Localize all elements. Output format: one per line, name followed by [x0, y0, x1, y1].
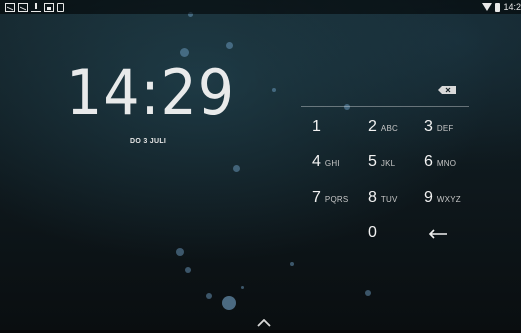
mail-icon — [18, 2, 28, 12]
key-letters: ABC — [380, 124, 398, 133]
wallpaper-bubble — [233, 165, 240, 172]
key-number: 9 — [424, 189, 433, 206]
enter-button[interactable] — [428, 227, 448, 239]
upload-icon — [31, 2, 41, 12]
key-letters: WXYZ — [436, 195, 461, 204]
status-time: 14:2 — [503, 2, 521, 12]
key-number: 0 — [368, 224, 377, 241]
chevron-up-icon — [257, 318, 271, 327]
battery-icon — [495, 2, 501, 12]
key-number: 7 — [312, 189, 321, 206]
lockscreen-clock: 14:29 — [66, 56, 235, 129]
pin-entry-divider — [301, 106, 469, 107]
key-letters: GHI — [324, 159, 340, 168]
wallpaper-bubble — [222, 296, 236, 310]
key-letters: DEF — [436, 124, 454, 133]
unlock-handle[interactable] — [257, 314, 271, 327]
wallpaper-bubble — [290, 262, 294, 266]
key-number: 4 — [312, 153, 321, 170]
mail-icon — [5, 2, 15, 12]
key-number: 5 — [368, 153, 377, 170]
key-letters: TUV — [380, 195, 398, 204]
wallpaper-bubble — [344, 104, 350, 110]
key-letters: PQRS — [324, 195, 349, 204]
key-6[interactable]: 6 MNO — [424, 153, 456, 171]
wallpaper-bubble — [241, 286, 244, 289]
key-letters: JKL — [380, 159, 396, 168]
key-letters: MNO — [436, 159, 457, 168]
key-number: 2 — [368, 118, 377, 135]
backspace-button[interactable] — [438, 86, 456, 94]
key-1[interactable]: 1 — [312, 118, 321, 136]
key-number: 3 — [424, 118, 433, 135]
wallpaper-bubble — [272, 88, 276, 92]
key-9[interactable]: 9 WXYZ — [424, 189, 461, 207]
image-icon — [44, 2, 54, 12]
key-4[interactable]: 4 GHI — [312, 153, 340, 171]
wallpaper-bubble — [365, 290, 371, 296]
status-bar: 14:2 — [0, 0, 521, 14]
wifi-icon — [482, 3, 493, 11]
backspace-icon — [438, 86, 456, 94]
wallpaper-bubble — [185, 267, 191, 273]
lock-screen: 14:2 14:29 DO 3 JULI 1 2 ABC 3 DEF 4 GHI… — [0, 0, 521, 333]
key-number: 1 — [312, 118, 321, 135]
wallpaper-bubble — [176, 248, 184, 256]
key-2[interactable]: 2 ABC — [368, 118, 398, 136]
key-number: 6 — [424, 153, 433, 170]
key-3[interactable]: 3 DEF — [424, 118, 454, 136]
notification-icons — [5, 2, 64, 12]
wallpaper-bubble — [226, 42, 233, 49]
key-8[interactable]: 8 TUV — [368, 189, 398, 207]
key-5[interactable]: 5 JKL — [368, 153, 395, 171]
key-7[interactable]: 7 PQRS — [312, 189, 348, 207]
device-icon — [57, 2, 64, 12]
lockscreen-date: DO 3 JULI — [130, 138, 167, 145]
system-icons: 14:2 — [482, 1, 521, 13]
wallpaper-bubble — [206, 293, 212, 299]
key-0[interactable]: 0 — [368, 224, 377, 242]
enter-arrow-icon — [428, 229, 447, 239]
key-number: 8 — [368, 189, 377, 206]
